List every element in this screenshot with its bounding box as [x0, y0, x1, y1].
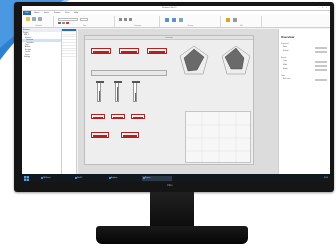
window-title: Siemens WinCC [162, 7, 177, 9]
ribbon-group-label: Font [82, 26, 87, 27]
find-icon[interactable] [226, 18, 230, 22]
italic-icon[interactable] [62, 21, 65, 24]
align-right-icon[interactable] [129, 18, 132, 21]
alarm-display-1[interactable] [91, 48, 111, 54]
property-value-field[interactable] [315, 61, 327, 64]
status-bar-widget[interactable] [91, 70, 167, 76]
ribbon-group-label: Paragraph [133, 26, 142, 27]
property-value-field[interactable] [315, 47, 327, 50]
property-value-field[interactable] [315, 69, 327, 72]
ribbon-group-font: Font [55, 16, 115, 27]
hmi-screen[interactable]: Overview [84, 35, 254, 165]
photo-stage: Siemens WinCC – □ × File Home Insert For… [0, 0, 336, 251]
bring-front-icon[interactable] [165, 18, 169, 22]
group-icon[interactable] [179, 18, 183, 22]
alarm-display-3[interactable] [147, 48, 167, 54]
alarm-display-2[interactable] [119, 48, 139, 54]
ribbon-group-label: Clipboard [35, 26, 42, 27]
hmi-screen-title: Overview [85, 36, 253, 40]
font-size-select[interactable] [80, 18, 88, 21]
properties-section[interactable]: Properties [281, 43, 289, 45]
alarm-indicator-2[interactable] [111, 114, 125, 119]
alarm-indicator-1[interactable] [91, 114, 105, 119]
monitor-stand-neck [150, 192, 194, 228]
radar-chart-1[interactable] [177, 44, 211, 78]
align-center-icon[interactable] [124, 18, 127, 21]
bold-icon[interactable] [58, 21, 61, 24]
ribbon-group-paragraph: Paragraph [116, 16, 160, 27]
tab-home[interactable]: Home [34, 12, 39, 14]
property-row: Name [283, 47, 329, 50]
property-row: Width [283, 65, 329, 68]
ribbon-group-label: Arrange [187, 26, 194, 27]
font-color-icon[interactable] [66, 21, 69, 24]
ribbon-group-edit: Edit [222, 16, 262, 27]
monitor-stand-base [96, 226, 248, 244]
properties-section[interactable]: Events [281, 57, 286, 59]
taskbar-item[interactable]: TIA Portal [40, 176, 70, 181]
level-gauge-1[interactable] [96, 81, 104, 102]
tab-insert[interactable]: Insert [44, 12, 49, 14]
screen-editor-canvas: Overview [78, 29, 278, 174]
level-gauge-2[interactable] [114, 81, 122, 102]
align-left-icon[interactable] [119, 18, 122, 21]
project-tree-pane: Screens Project HMI_1 Screens Overview T… [22, 29, 62, 174]
trend-gridlines [186, 112, 252, 164]
windows-taskbar: TIA Portal WinCC Explorer Screen 10:24 [22, 174, 330, 182]
tab-format[interactable]: Format [54, 12, 60, 14]
toolbox-pane: Basic objects Elements Controls Graphics [62, 29, 77, 174]
tab-help[interactable]: Help [74, 12, 78, 14]
windows-start-icon[interactable] [24, 175, 29, 181]
taskbar-clock: 10:24 [323, 176, 328, 179]
monitor-screen: Siemens WinCC – □ × File Home Insert For… [22, 6, 330, 182]
properties-section[interactable]: Texts [281, 75, 285, 77]
tab-view[interactable]: View [65, 12, 69, 14]
font-family-select[interactable] [58, 18, 78, 21]
alarm-button-2[interactable] [121, 132, 139, 138]
cut-icon[interactable] [32, 17, 36, 21]
radar-chart-2[interactable] [219, 44, 253, 78]
replace-icon[interactable] [233, 18, 237, 22]
property-row: Back color [283, 79, 329, 82]
ribbon-group-arrange: Arrange [161, 16, 221, 27]
property-row: Number [283, 51, 329, 54]
property-value-field[interactable] [315, 79, 327, 82]
monitor-bezel: Siemens WinCC – □ × File Home Insert For… [14, 2, 334, 192]
taskbar-item[interactable]: Explorer [108, 176, 138, 181]
properties-title: Overview [281, 35, 295, 39]
level-gauge-3[interactable] [132, 81, 140, 102]
property-value-field[interactable] [315, 65, 327, 68]
send-back-icon[interactable] [172, 18, 176, 22]
taskbar-item[interactable]: WinCC [74, 176, 104, 181]
property-value-field[interactable] [315, 51, 327, 54]
paste-icon[interactable] [26, 17, 30, 21]
trend-chart-area[interactable] [185, 111, 252, 164]
alarm-indicator-3[interactable] [131, 114, 145, 119]
properties-pane: Overview Properties Name Number Events L… [278, 29, 330, 174]
monitor-brand-logo: DELL [167, 184, 173, 187]
window-controls[interactable]: – □ × [318, 7, 328, 9]
copy-icon[interactable] [38, 17, 42, 21]
ribbon-group-clipboard: Clipboard [24, 16, 54, 27]
alarm-button-1[interactable] [91, 132, 109, 138]
ribbon: Clipboard Font Paragraph Arrange Edit [22, 15, 330, 28]
property-row: Height [283, 69, 329, 72]
ribbon-group-label: Edit [240, 26, 243, 27]
tree-item[interactable]: Settings [22, 56, 61, 58]
property-row: Layer [283, 61, 329, 64]
toolbox-item[interactable] [62, 54, 76, 57]
taskbar-item-active[interactable]: Screen [142, 175, 172, 181]
